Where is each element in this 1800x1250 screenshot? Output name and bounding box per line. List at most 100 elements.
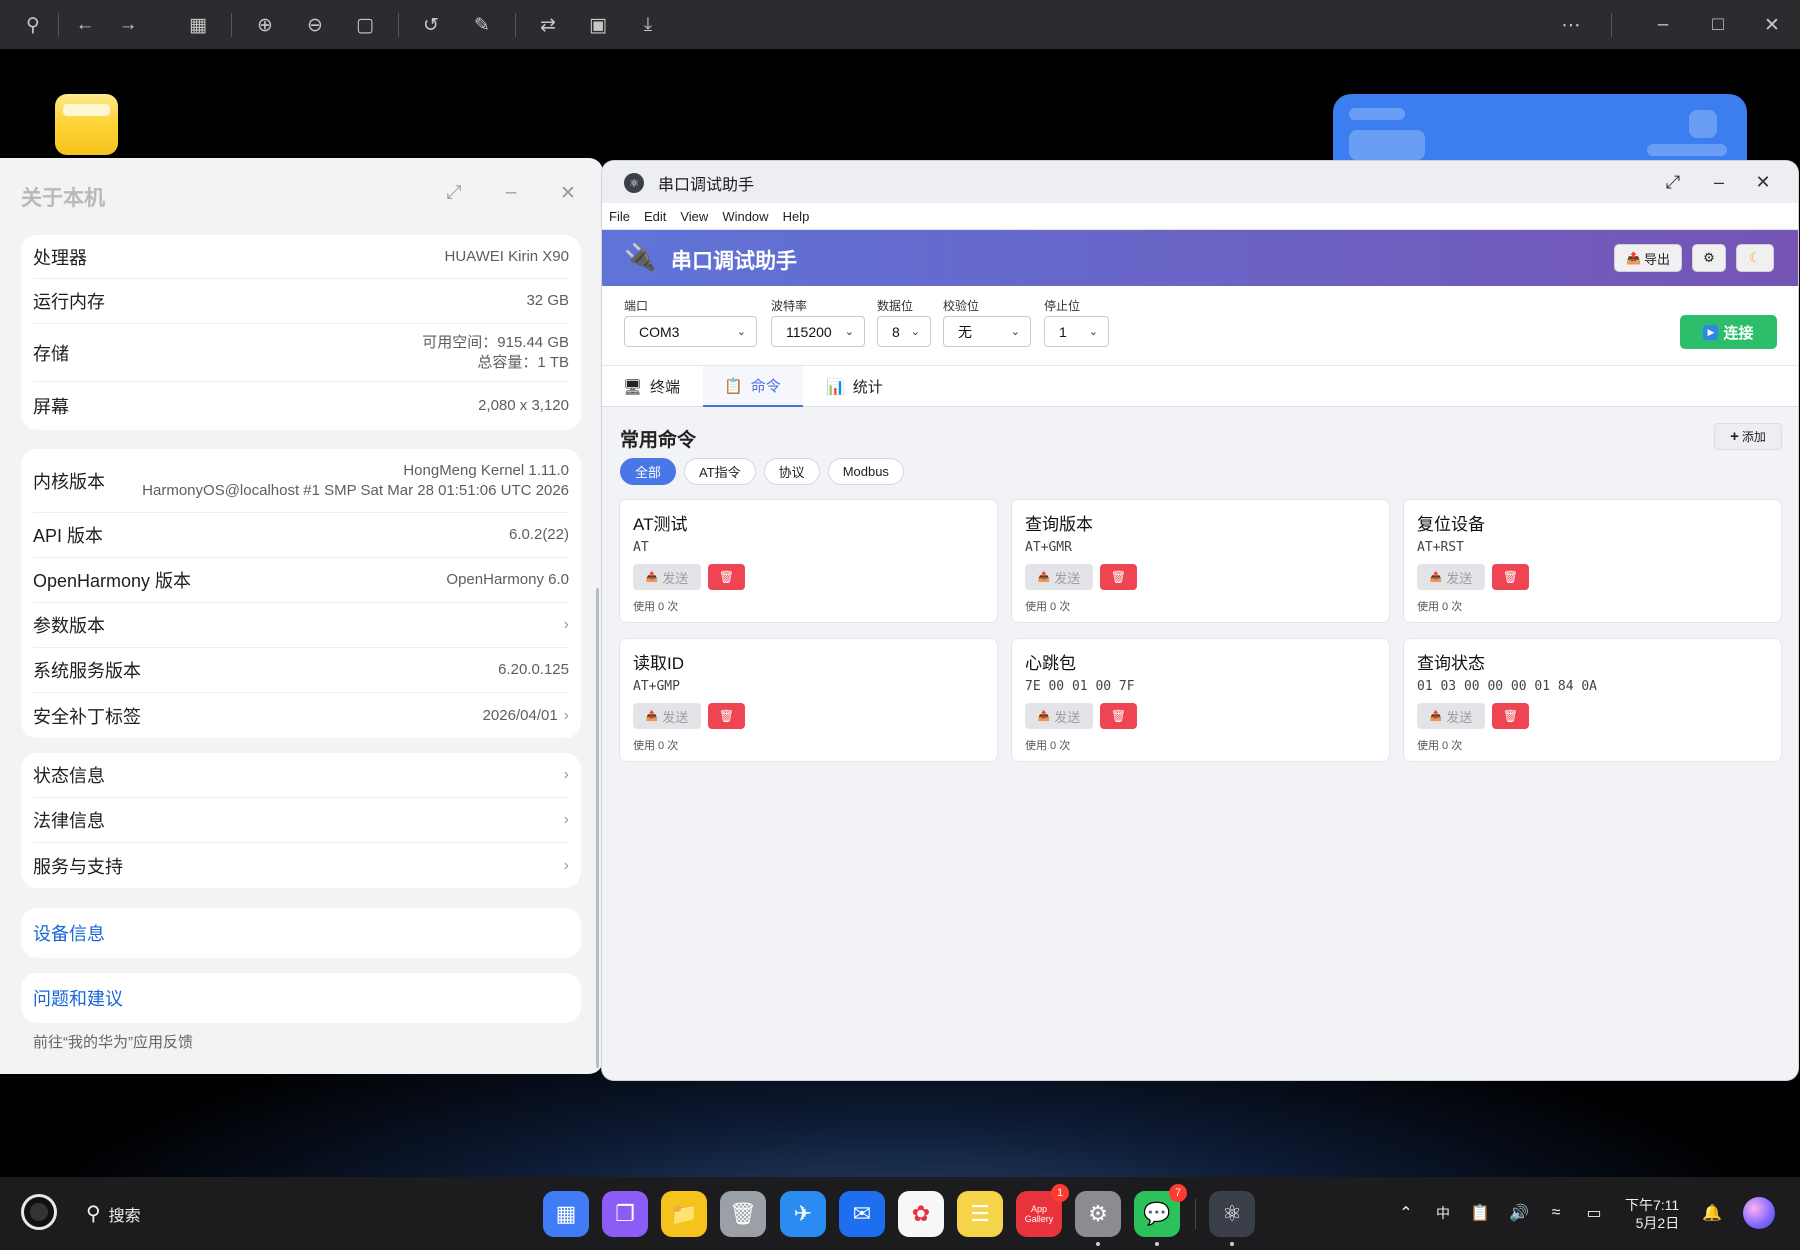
stopbits-select[interactable]: 1 ⌄	[1044, 316, 1109, 347]
command-card: 查询版本 AT+GMR 📤 发送 🗑 使用 0 次	[1011, 499, 1390, 623]
link-legal-info[interactable]: 法律信息 ›	[33, 798, 569, 843]
wechat-icon[interactable]: 💬 7	[1134, 1184, 1187, 1246]
settings-button[interactable]: ⚙	[1692, 244, 1726, 272]
baud-select[interactable]: 115200 ⌄	[771, 316, 865, 347]
filter-at[interactable]: AT指令	[684, 458, 756, 485]
port-field: 端口 COM3 ⌄	[624, 297, 757, 347]
info-row-sysservice: 系统服务版本 6.20.0.125	[33, 648, 569, 693]
multitask-icon[interactable]: ❐	[602, 1191, 648, 1237]
connect-button[interactable]: ▶ 连接	[1680, 315, 1777, 349]
send-button[interactable]: 📤 发送	[1025, 564, 1093, 590]
feedback-link[interactable]: 问题和建议	[21, 973, 581, 1023]
download-icon[interactable]: ⤓	[633, 10, 663, 40]
minimize-icon[interactable]: –	[498, 180, 524, 206]
fullscreen-icon[interactable]: ⤢	[441, 180, 467, 206]
info-row-api: API 版本 6.0.2(22)	[33, 513, 569, 558]
menu-window[interactable]: Window	[722, 209, 768, 224]
menu-help[interactable]: Help	[783, 209, 810, 224]
export-button[interactable]: 📤 导出	[1614, 244, 1682, 272]
delete-button[interactable]: 🗑	[1492, 564, 1529, 590]
command-name: AT测试	[633, 515, 688, 534]
link-status-info[interactable]: 状态信息 ›	[33, 753, 569, 798]
send-button[interactable]: 📤 发送	[1417, 564, 1485, 590]
fullscreen-icon[interactable]: ⤢	[1660, 169, 1686, 195]
zoom-in-icon[interactable]: ⊕	[250, 10, 280, 40]
parity-select[interactable]: 无 ⌄	[943, 316, 1031, 347]
port-select[interactable]: COM3 ⌄	[624, 316, 757, 347]
close-icon[interactable]: ✕	[555, 180, 581, 206]
photos-icon[interactable]: ✿	[898, 1191, 944, 1237]
tab-stats[interactable]: 📊 统计	[805, 366, 905, 407]
convert-icon[interactable]: ⇄	[533, 10, 563, 40]
chevron-up-icon[interactable]: ⌃	[1394, 1201, 1418, 1225]
assistant-orb-icon[interactable]	[1743, 1197, 1775, 1229]
app-gallery-icon[interactable]: App Gallery 1	[1016, 1184, 1069, 1237]
send-button[interactable]: 📤 发送	[633, 564, 701, 590]
grid-icon[interactable]: ▦	[183, 10, 213, 40]
filter-all[interactable]: 全部	[620, 458, 677, 485]
wifi-icon[interactable]: ≈	[1544, 1201, 1568, 1225]
edit-icon[interactable]: ✎	[467, 10, 497, 40]
menu-edit[interactable]: Edit	[644, 209, 666, 224]
delete-button[interactable]: 🗑	[1100, 564, 1137, 590]
clock[interactable]: 下午7:11 5月2日	[1625, 1196, 1679, 1232]
chevron-down-icon: ⌄	[1088, 326, 1098, 338]
device-info-link[interactable]: 设备信息	[21, 908, 581, 958]
clipboard-icon[interactable]: 📋	[1468, 1201, 1492, 1225]
app-center-icon[interactable]: ▦	[543, 1191, 589, 1237]
search-button[interactable]: ⚲ 搜索	[86, 1201, 141, 1226]
databits-select[interactable]: 8 ⌄	[877, 316, 931, 347]
menu-view[interactable]: View	[680, 209, 708, 224]
tab-terminal[interactable]: 🖥 终端	[602, 366, 702, 407]
trash-icon: 🗑	[1502, 709, 1519, 723]
delete-button[interactable]: 🗑	[708, 703, 745, 729]
electron-app-icon[interactable]: ⚛	[1209, 1191, 1255, 1246]
mail-icon[interactable]: ✉	[839, 1191, 885, 1237]
zoom-out-icon[interactable]: ⊖	[300, 10, 330, 40]
send-button[interactable]: 📤 发送	[1025, 703, 1093, 729]
usage-count: 使用 0 次	[1025, 601, 1071, 613]
link-service-support[interactable]: 服务与支持 ›	[33, 843, 569, 888]
tab-commands[interactable]: 📋 命令	[703, 366, 803, 407]
rotate-icon[interactable]: ↺	[416, 10, 446, 40]
ime-indicator[interactable]: 中	[1431, 1201, 1455, 1225]
battery-icon[interactable]: ▭	[1582, 1201, 1606, 1225]
maximize-icon[interactable]: □	[1703, 10, 1733, 40]
add-command-button[interactable]: + 添加	[1714, 423, 1782, 450]
pin-icon[interactable]: ⚲	[18, 10, 48, 40]
browser-icon[interactable]: ✈	[780, 1191, 826, 1237]
more-icon[interactable]: ⋯	[1556, 10, 1586, 40]
crop-icon[interactable]: ▣	[583, 10, 613, 40]
delete-button[interactable]: 🗑	[1492, 703, 1529, 729]
back-arrow-icon[interactable]: ←	[70, 10, 100, 40]
send-button[interactable]: 📤 发送	[1417, 703, 1485, 729]
usage-count: 使用 0 次	[1417, 601, 1463, 613]
scrollbar[interactable]	[596, 588, 599, 1068]
info-row-patch[interactable]: 安全补丁标签 2026/04/01 ›	[33, 693, 569, 738]
files-icon[interactable]: 📁	[661, 1191, 707, 1237]
minimize-icon[interactable]: –	[1706, 169, 1732, 195]
send-button[interactable]: 📤 发送	[633, 703, 701, 729]
minimize-icon[interactable]: –	[1648, 10, 1678, 40]
theme-toggle-button[interactable]: ☾	[1736, 244, 1774, 272]
close-icon[interactable]: ✕	[1750, 169, 1776, 195]
menu-file[interactable]: File	[609, 209, 630, 224]
gear-icon: ⚙	[1703, 250, 1715, 265]
filter-protocol[interactable]: 协议	[763, 458, 820, 485]
info-row-params[interactable]: 参数版本 ›	[33, 603, 569, 648]
row-label: 参数版本	[33, 616, 105, 636]
delete-button[interactable]: 🗑	[708, 564, 745, 590]
close-icon[interactable]: ✕	[1757, 10, 1787, 40]
trash-icon[interactable]: 🗑	[720, 1191, 766, 1237]
filter-modbus[interactable]: Modbus	[827, 458, 904, 485]
actual-size-icon[interactable]: ▢	[350, 10, 380, 40]
desktop-folder-icon[interactable]	[55, 94, 118, 155]
notes-icon[interactable]: ☰	[957, 1191, 1003, 1237]
delete-button[interactable]: 🗑	[1100, 703, 1137, 729]
volume-icon[interactable]: 🔊	[1507, 1201, 1531, 1225]
forward-arrow-icon[interactable]: →	[113, 10, 143, 40]
settings-icon[interactable]: ⚙	[1075, 1191, 1121, 1246]
bell-icon[interactable]: 🔔	[1700, 1201, 1724, 1225]
start-button[interactable]	[21, 1194, 57, 1230]
tab-label: 命令	[750, 378, 781, 395]
